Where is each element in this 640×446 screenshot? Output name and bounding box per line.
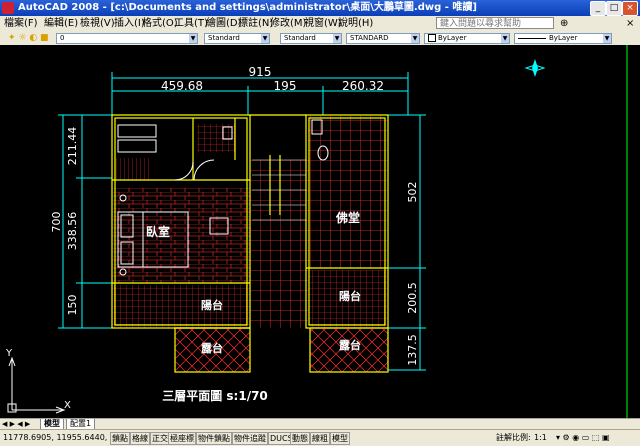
dim-left-2: 338.56 [66,212,79,251]
menu-help[interactable]: 說明(H) [338,16,373,32]
dyn-toggle[interactable]: 動態 [290,432,310,445]
model-space-toggle[interactable]: 模型 [330,432,350,445]
dim-left-total: 700 [50,212,63,233]
menu-file[interactable]: 檔案(F) [4,16,38,32]
dim-right-3: 137.5 [406,334,419,366]
doc-close-icon[interactable]: × [626,16,634,32]
layer-select-value: 0 [60,34,65,42]
ucs-x-label: X [64,400,71,411]
room-buddha-label: 佛堂 [335,210,360,225]
snap-toggle[interactable]: 鎖點 [110,432,130,445]
chevron-down-icon[interactable]: ▼ [261,34,269,43]
window-title: AutoCAD 2008 - [c:\Documents and setting… [18,2,477,13]
plan-title: 三層平面圖 s:1/70 [162,389,268,403]
ucs-y-label: Y [5,348,13,359]
room-bedroom-label: 臥室 [146,224,170,239]
layer-select[interactable]: 0 ▼ [56,33,198,44]
right-dimension-lines [388,114,426,371]
close-button[interactable]: × [622,1,638,16]
linetype-value: ByLayer [549,34,578,42]
chevron-down-icon[interactable]: ▼ [603,34,611,43]
dim-top-left: 459.68 [161,79,203,93]
maximize-button[interactable]: □ [606,1,622,16]
minimize-button[interactable]: _ [590,1,606,16]
dim-left-1: 211.44 [66,127,79,166]
room-balcony-left-label: 陽台 [201,298,223,312]
menu-draw[interactable]: 繪圖(D) [206,16,242,32]
dim-left-3: 150 [66,295,79,316]
menu-view[interactable]: 檢視(V) [80,16,115,32]
autocad-app-icon[interactable] [2,2,14,14]
status-tray-icons[interactable]: ▾ ⚙ ◉ ▭ ⬚ ▣ [556,430,610,446]
room-terrace-left-label: 露台 [201,341,223,355]
annotation-scale-value[interactable]: 1:1 [534,430,547,446]
text-style-select[interactable]: Standard ▼ [204,33,270,44]
menu-dimension[interactable]: 標註(N) [238,16,273,32]
color-select[interactable]: ByLayer ▼ [424,33,510,44]
properties-toolbar: ✦ ☼ ◐ ■ 0 ▼ Standard ▼ Standard ▼ STANDA… [0,32,640,46]
chevron-down-icon[interactable]: ▼ [189,34,197,43]
help-search-input[interactable]: 鍵入問題以尋求幫助 [436,17,554,29]
dim-style-select[interactable]: Standard ▼ [280,33,342,44]
dim-top-mid: 195 [274,79,297,93]
ucs-icon [7,356,66,414]
drawing-canvas[interactable]: 915 459.68 195 260.32 211.44 338.56 150 … [0,45,640,418]
lineweight-toggle[interactable]: 線粗 [310,432,330,445]
osnap-toggle[interactable]: 物件鎖點 [196,432,232,445]
dim-top-total: 915 [249,65,272,79]
dim-style-value: Standard [284,34,316,42]
room-balcony-right-label: 陽台 [339,289,361,303]
dim-right-1: 502 [406,182,419,203]
menu-tools[interactable]: 工具(T) [174,16,208,32]
color-swatch-icon [428,34,436,42]
title-bar: AutoCAD 2008 - [c:\Documents and setting… [0,0,640,16]
linetype-sample-icon [518,37,546,39]
grid-toggle[interactable]: 格線 [130,432,150,445]
dim-top-right: 260.32 [342,79,384,93]
menu-format[interactable]: 格式(O) [142,16,178,32]
chevron-down-icon[interactable]: ▼ [333,34,341,43]
menu-modify[interactable]: 修改(M) [270,16,306,32]
menu-insert[interactable]: 插入(I) [114,16,145,32]
floor-plan-drawing: 915 459.68 195 260.32 211.44 338.56 150 … [5,45,628,418]
help-search-icon[interactable]: ⊕ [560,18,568,30]
chevron-down-icon[interactable]: ▼ [501,34,509,43]
layer-state-icons[interactable]: ✦ ☼ ◐ ■ [8,32,49,44]
table-style-select[interactable]: STANDARD ▼ [346,33,420,44]
room-terrace-right-label: 露台 [339,338,361,352]
polar-toggle[interactable]: 極座標 [168,432,196,445]
linetype-select[interactable]: ByLayer ▼ [514,33,612,44]
annotation-scale-label: 註解比例: [496,433,531,442]
table-style-value: STANDARD [350,34,389,42]
north-arrow-icon [524,59,546,77]
ortho-toggle[interactable]: 正交 [150,432,170,445]
chevron-down-icon[interactable]: ▼ [411,34,419,43]
text-style-value: Standard [208,34,240,42]
color-value: ByLayer [438,34,467,42]
menu-bar: 檔案(F) 編輯(E) 檢視(V) 插入(I) 格式(O) 工具(T) 繪圖(D… [0,16,640,33]
dim-right-2: 200.5 [406,282,419,314]
status-bar: 11778.6905, 11955.6440, 0.0000 鎖點 格線 正交 … [0,429,640,446]
otrack-toggle[interactable]: 物件追蹤 [232,432,268,445]
menu-window[interactable]: 視窗(W) [304,16,342,32]
menu-edit[interactable]: 編輯(E) [44,16,78,32]
